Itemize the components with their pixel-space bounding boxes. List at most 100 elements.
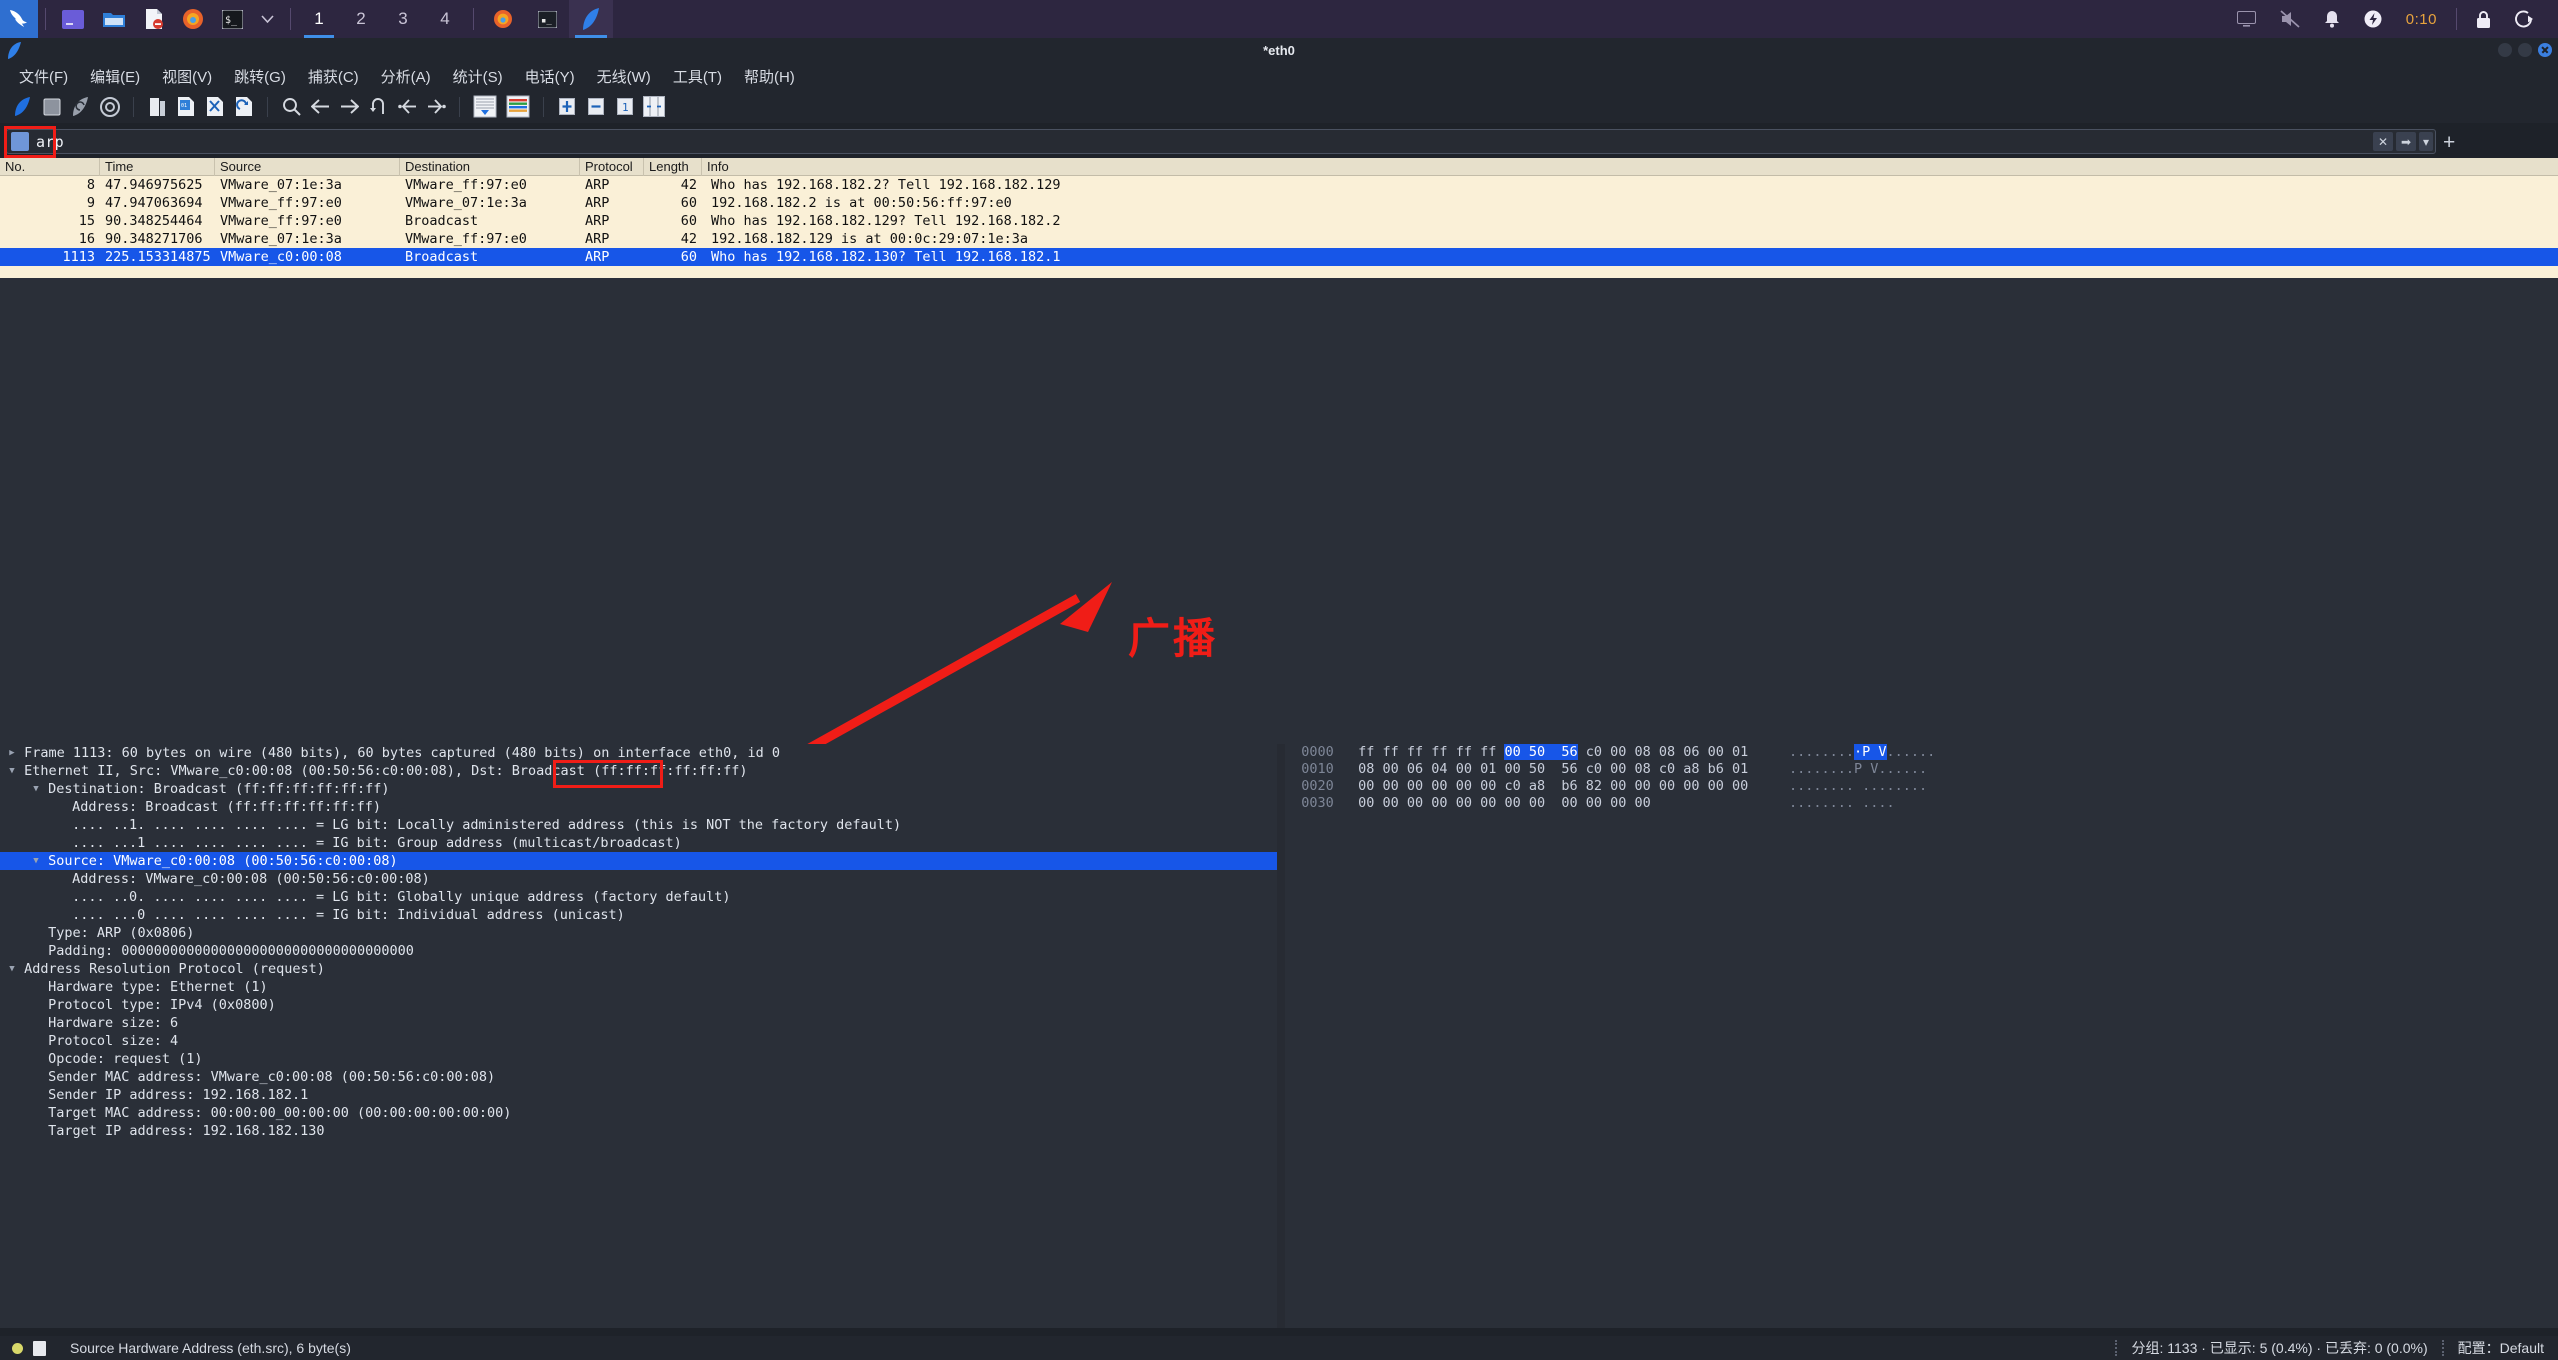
detail-tree-item[interactable]: · .... ..1. .... .... .... .... = LG bit… [0,816,1277,834]
packet-details-scrollbar[interactable] [1277,744,1285,1328]
twisty-expanded-icon[interactable]: ▼ [8,960,16,978]
file-manager-icon[interactable] [93,0,135,38]
packet-list-pane[interactable]: No. Time Source Destination Protocol Len… [0,157,2558,278]
text-editor-icon[interactable] [135,0,173,38]
kali-menu-button[interactable] [0,0,38,38]
menu-capture[interactable]: 捕获(C) [297,64,370,89]
workspace-3[interactable]: 3 [382,0,424,38]
screen-icon[interactable] [2225,0,2268,38]
firefox-icon[interactable] [173,0,213,38]
open-file-icon[interactable] [144,94,170,120]
expert-info-icon[interactable] [12,1342,23,1354]
packet-row[interactable]: 8 47.946975625 VMware_07:1e:3a VMware_ff:97… [0,176,2558,194]
bookmark-icon[interactable] [11,132,29,151]
reload-file-icon[interactable] [231,94,257,120]
stop-capture-icon[interactable] [39,94,65,120]
hex-dump-row[interactable]: 0010 08 00 06 04 00 01 00 50 56 c0 00 08… [1285,761,2558,778]
workspace-4[interactable]: 4 [424,0,466,38]
packet-row[interactable]: 1113 225.153314875 VMware_c0:00:08 Broadcas… [0,248,2558,266]
column-header-no[interactable]: No. [0,157,100,176]
packet-row[interactable]: 16 90.348271706 VMware_07:1e:3a VMware_ff:9… [0,230,2558,248]
zoom-reset-icon[interactable]: 1 [612,94,638,120]
terminal-task-icon[interactable]: ▪_ [525,0,569,38]
menu-analyze[interactable]: 分析(A) [370,64,442,89]
chevron-down-icon[interactable] [252,0,283,38]
packet-details-pane[interactable]: ▶ Frame 1113: 60 bytes on wire (480 bits… [0,744,1277,1328]
detail-tree-item[interactable]: · Padding: 00000000000000000000000000000… [0,942,1277,960]
logout-icon[interactable] [2503,0,2546,38]
menu-help[interactable]: 帮助(H) [733,64,806,89]
save-file-icon[interactable]: 01 [173,94,199,120]
detail-tree-item[interactable]: · Hardware size: 6 [0,1014,1277,1032]
hex-dump-row[interactable]: 0000 ff ff ff ff ff ff 00 50 56 c0 00 08… [1285,744,2558,761]
colorize-icon[interactable] [503,94,533,120]
twisty-expanded-icon[interactable]: ▼ [32,852,40,870]
detail-tree-item[interactable]: · Target IP address: 192.168.182.130 [0,1122,1277,1140]
maximize-button[interactable] [2518,43,2532,57]
start-capture-icon[interactable] [10,94,36,120]
detail-tree-item[interactable]: ▼ Source: VMware_c0:00:08 (00:50:56:c0:0… [0,852,1277,870]
close-button[interactable] [2538,43,2552,57]
scrollbar-thumb[interactable] [1277,744,1285,1004]
detail-tree-item[interactable]: ▼ Ethernet II, Src: VMware_c0:00:08 (00:… [0,762,1277,780]
twisty-collapsed-icon[interactable]: ▶ [8,744,16,762]
packet-bytes-pane[interactable]: 0000 ff ff ff ff ff ff 00 50 56 c0 00 08… [1285,744,2558,1328]
auto-scroll-icon[interactable] [470,94,500,120]
detail-tree-item[interactable]: · Sender IP address: 192.168.182.1 [0,1086,1277,1104]
capture-comment-icon[interactable] [33,1340,46,1356]
menu-wireless[interactable]: 无线(W) [586,64,662,89]
column-header-protocol[interactable]: Protocol [580,157,644,176]
packet-row[interactable]: 9 47.947063694 VMware_ff:97:e0 VMware_07:1e… [0,194,2558,212]
column-header-destination[interactable]: Destination [400,157,580,176]
workspace-1[interactable]: 1 [298,0,340,38]
go-to-last-icon[interactable] [423,94,449,120]
minimize-button[interactable] [2498,43,2512,57]
detail-tree-item[interactable]: · .... ...0 .... .... .... .... = IG bit… [0,906,1277,924]
menu-tools[interactable]: 工具(T) [662,64,733,89]
find-packet-icon[interactable] [278,94,304,120]
packet-row[interactable]: 15 90.348254464 VMware_ff:97:e0 Broadcast AR… [0,212,2558,230]
menu-telephony[interactable]: 电话(Y) [514,64,586,89]
detail-tree-item[interactable]: · Opcode: request (1) [0,1050,1277,1068]
detail-tree-item[interactable]: · Sender MAC address: VMware_c0:00:08 (0… [0,1068,1277,1086]
detail-tree-item[interactable]: · Hardware type: Ethernet (1) [0,978,1277,996]
detail-tree-item[interactable]: ▼ Address Resolution Protocol (request) [0,960,1277,978]
terminal-purple-icon[interactable] [53,0,93,38]
menu-file[interactable]: 文件(F) [8,64,79,89]
chevron-down-icon[interactable]: ▾ [2419,132,2433,151]
go-to-packet-icon[interactable] [365,94,391,120]
column-header-length[interactable]: Length [644,157,702,176]
menu-statistics[interactable]: 统计(S) [442,64,514,89]
go-forward-icon[interactable] [336,94,362,120]
menu-go[interactable]: 跳转(G) [223,64,297,89]
taskbar-clock[interactable]: 0:10 [2394,0,2449,38]
menu-edit[interactable]: 编辑(E) [79,64,151,89]
column-header-time[interactable]: Time [100,157,215,176]
detail-tree-item[interactable]: · Protocol size: 4 [0,1032,1277,1050]
display-filter-input[interactable]: arp ✕ ➡ ▾ [6,129,2436,154]
hex-dump-row[interactable]: 0030 00 00 00 00 00 00 00 00 00 00 00 00… [1285,795,2558,812]
zoom-in-icon[interactable] [554,94,580,120]
column-header-info[interactable]: Info [702,158,2558,176]
go-to-first-icon[interactable] [394,94,420,120]
detail-tree-item[interactable]: · Address: Broadcast (ff:ff:ff:ff:ff:ff) [0,798,1277,816]
apply-filter-arrow-icon[interactable]: ➡ [2396,132,2416,151]
detail-tree-item[interactable]: · Target MAC address: 00:00:00_00:00:00 … [0,1104,1277,1122]
detail-tree-item[interactable]: · Protocol type: IPv4 (0x0800) [0,996,1277,1014]
power-icon[interactable] [2352,0,2394,38]
detail-tree-item[interactable]: · Address: VMware_c0:00:08 (00:50:56:c0:… [0,870,1277,888]
zoom-out-icon[interactable] [583,94,609,120]
twisty-expanded-icon[interactable]: ▼ [32,780,40,798]
detail-tree-item[interactable]: ▼ Destination: Broadcast (ff:ff:ff:ff:ff… [0,780,1277,798]
firefox-task-icon[interactable] [481,0,525,38]
go-back-icon[interactable] [307,94,333,120]
detail-tree-item[interactable]: · Type: ARP (0x0806) [0,924,1277,942]
restart-capture-icon[interactable] [68,94,94,120]
detail-tree-item[interactable]: ▶ Frame 1113: 60 bytes on wire (480 bits… [0,744,1277,762]
statusbar-profile[interactable]: 配置：Default [2458,1338,2558,1358]
lock-icon[interactable] [2464,0,2503,38]
terminal-icon[interactable]: $_ [213,0,252,38]
twisty-expanded-icon[interactable]: ▼ [8,762,16,780]
notification-bell-icon[interactable] [2312,0,2352,38]
clear-filter-icon[interactable]: ✕ [2373,132,2393,151]
